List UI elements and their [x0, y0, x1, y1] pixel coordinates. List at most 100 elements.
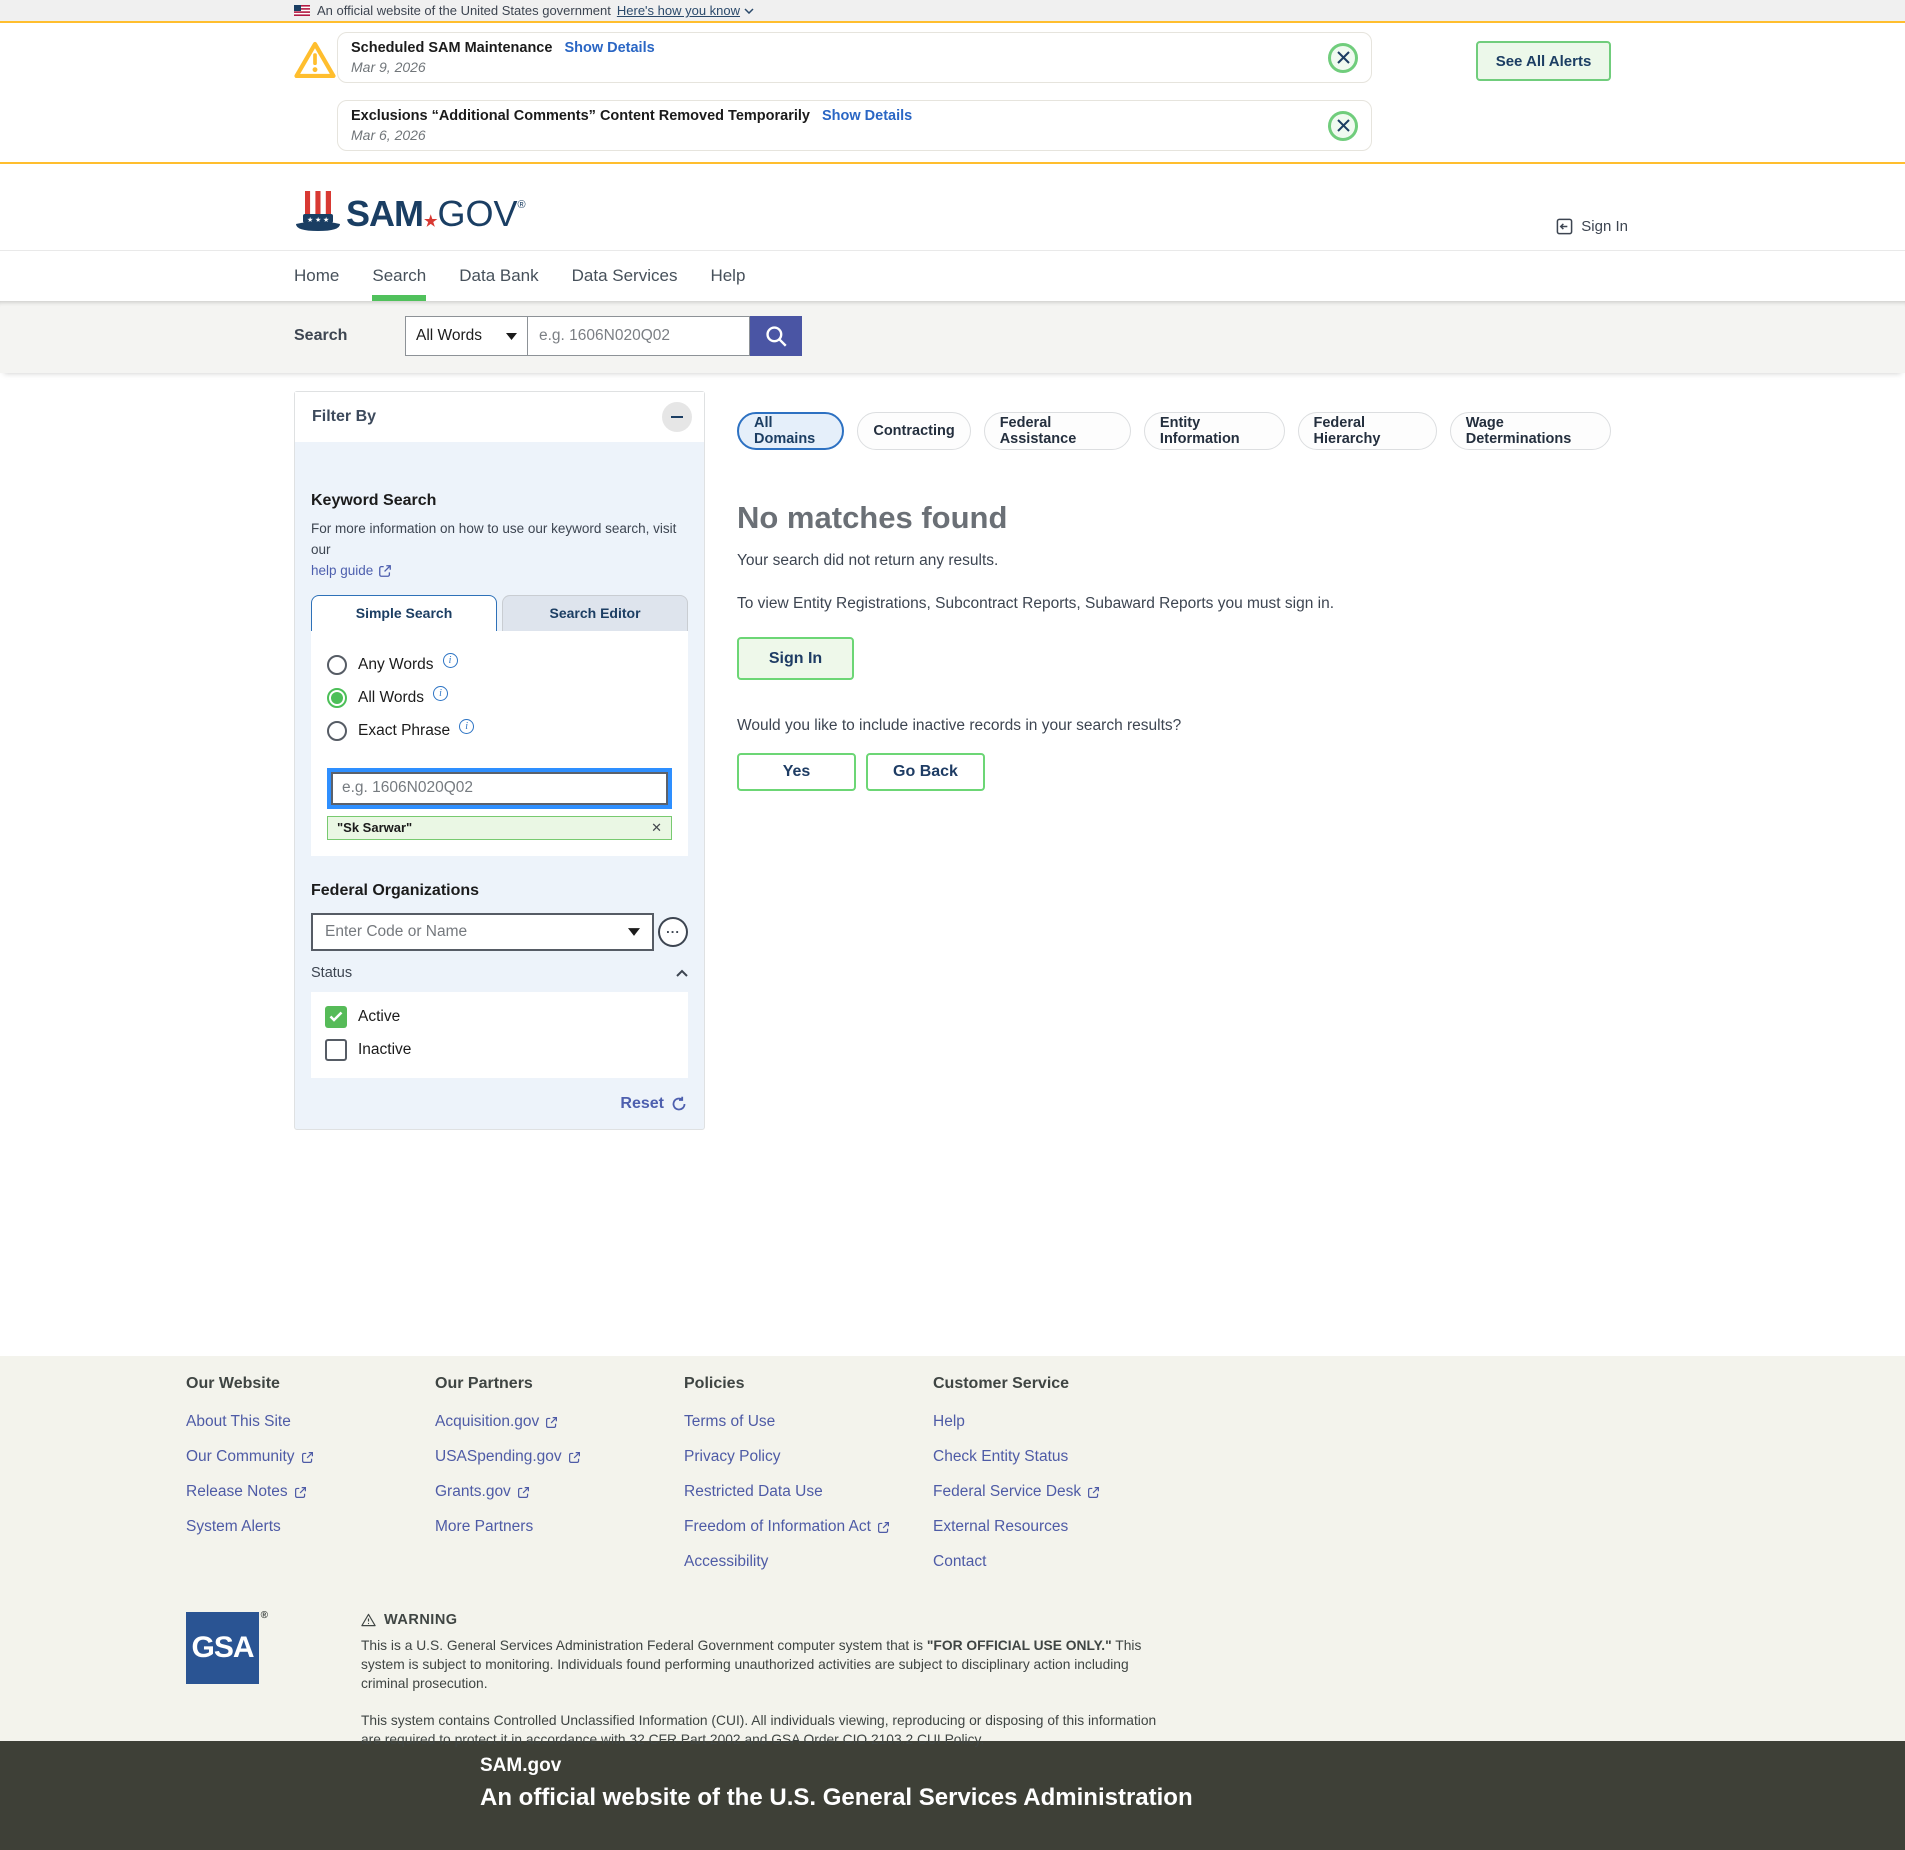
footer-link-contact[interactable]: Contact — [933, 1553, 986, 1571]
footer-nav: Our WebsiteAbout This SiteOur Community … — [0, 1375, 1905, 1588]
logo-sam-text: SAM — [346, 193, 423, 234]
domain-pill-federal-hierarchy[interactable]: Federal Hierarchy — [1298, 412, 1437, 450]
close-alert-button[interactable] — [1328, 111, 1358, 141]
warning-heading: WARNING — [361, 1612, 1161, 1628]
domain-pill-federal-assistance[interactable]: Federal Assistance — [984, 412, 1131, 450]
keyword-input[interactable] — [331, 772, 668, 805]
show-details-link[interactable]: Show Details — [564, 40, 654, 56]
radio-option-all-words: All Wordsi — [327, 688, 672, 708]
footer-link-freedom-of-information-act[interactable]: Freedom of Information Act — [684, 1518, 890, 1536]
logo-gov-text: GOV — [437, 193, 517, 234]
nav-item-search[interactable]: Search — [372, 251, 426, 301]
search-band: Search All Words — [0, 301, 1905, 373]
footer-link-usaspending-gov[interactable]: USASpending.gov — [435, 1448, 581, 1466]
see-all-alerts-button[interactable]: See All Alerts — [1476, 41, 1611, 81]
yes-button[interactable]: Yes — [737, 753, 856, 791]
status-options: Active Inactive — [311, 992, 688, 1078]
domain-pill-all-domains[interactable]: All Domains — [737, 412, 844, 450]
reset-filters[interactable]: Reset — [311, 1095, 688, 1113]
footer-link-system-alerts[interactable]: System Alerts — [186, 1518, 281, 1536]
sign-in-required-text: To view Entity Registrations, Subcontrac… — [737, 591, 1337, 617]
footer-link-about-this-site[interactable]: About This Site — [186, 1413, 291, 1431]
radio-label: Any Words — [358, 656, 434, 674]
footer-link-privacy-policy[interactable]: Privacy Policy — [684, 1448, 780, 1466]
radio-button[interactable] — [327, 688, 347, 708]
footer-link-restricted-data-use[interactable]: Restricted Data Use — [684, 1483, 823, 1501]
footer-link-help[interactable]: Help — [933, 1413, 965, 1431]
radio-button[interactable] — [327, 655, 347, 675]
radio-button[interactable] — [327, 721, 347, 741]
tab-simple-search[interactable]: Simple Search — [311, 595, 497, 631]
domain-pill-contracting[interactable]: Contracting — [857, 412, 970, 450]
footer-column-heading: Policies — [684, 1375, 933, 1393]
sign-in-button[interactable]: Sign In — [737, 637, 854, 680]
select-caret-icon — [628, 928, 640, 936]
nav-list: Home Search Data Bank Data Services Help — [294, 251, 1611, 301]
alert-item: Exclusions “Additional Comments” Content… — [337, 100, 1372, 151]
footer-link-terms-of-use[interactable]: Terms of Use — [684, 1413, 775, 1431]
footer-official-text: An official website of the U.S. General … — [480, 1784, 1611, 1812]
alert-item: Scheduled SAM MaintenanceShow DetailsMar… — [337, 32, 1372, 83]
info-icon[interactable]: i — [459, 719, 474, 734]
collapse-filters-button[interactable] — [662, 402, 692, 432]
footer-link-federal-service-desk[interactable]: Federal Service Desk — [933, 1483, 1100, 1501]
status-option-inactive: Inactive — [325, 1039, 674, 1061]
keyword-help-text: For more information on how to use our k… — [311, 519, 688, 582]
results-area: All Domains Contracting Federal Assistance… — [737, 391, 1611, 791]
radio-option-exact-phrase: Exact Phrasei — [327, 721, 672, 741]
search-submit-button[interactable] — [750, 316, 802, 356]
footer-link-more-partners[interactable]: More Partners — [435, 1518, 533, 1536]
more-options-button[interactable]: ... — [658, 917, 688, 947]
chevron-up-icon[interactable] — [676, 969, 688, 977]
footer-column-our-partners: Our Partners Acquisition.gov USASpending.… — [435, 1375, 684, 1588]
footer-link-check-entity-status[interactable]: Check Entity Status — [933, 1448, 1068, 1466]
keyword-search-heading: Keyword Search — [311, 492, 688, 510]
info-icon[interactable]: i — [433, 686, 448, 701]
search-mode-select[interactable]: All Words — [405, 316, 528, 356]
footer-link-external-resources[interactable]: External Resources — [933, 1518, 1068, 1536]
banner-how-link[interactable]: Here's how you know — [617, 3, 754, 18]
nav-item-help[interactable]: Help — [710, 251, 745, 301]
external-link-icon — [568, 1451, 581, 1464]
checkbox-unchecked[interactable] — [325, 1039, 347, 1061]
nav-item-data-services[interactable]: Data Services — [572, 251, 678, 301]
help-guide-link[interactable]: help guide — [311, 561, 392, 582]
no-results-text: Your search did not return any results. — [737, 552, 1611, 570]
external-link-icon — [1087, 1486, 1100, 1499]
status-option-active: Active — [325, 1006, 674, 1028]
federal-org-select[interactable]: Enter Code or Name — [311, 913, 654, 951]
footer-link-grants-gov[interactable]: Grants.gov — [435, 1483, 530, 1501]
gsa-logo: GSA® — [186, 1612, 259, 1684]
main-content: Filter By Keyword Search For more inform… — [0, 373, 1905, 1356]
footer-column-policies: Policies Terms of Use Privacy Policy Restri… — [684, 1375, 933, 1588]
footer-link-accessibility[interactable]: Accessibility — [684, 1553, 768, 1571]
domain-pill-entity-information[interactable]: Entity Information — [1144, 412, 1285, 450]
logo-registered-mark: ® — [517, 199, 524, 211]
inactive-records-question: Would you like to include inactive recor… — [737, 717, 1611, 735]
close-icon — [1337, 119, 1350, 132]
no-matches-title: No matches found — [737, 500, 1611, 536]
external-link-icon — [378, 564, 392, 578]
footer-link-acquisition-gov[interactable]: Acquisition.gov — [435, 1413, 558, 1431]
sign-in-link[interactable]: Sign In — [1556, 218, 1628, 235]
site-footer: Our WebsiteAbout This SiteOur Community … — [0, 1356, 1905, 1741]
domain-pill-wage-determinations[interactable]: Wage Determinations — [1450, 412, 1611, 450]
sam-gov-logo[interactable]: ★ ★ ★ SAM★GOV® — [294, 188, 525, 239]
footer-link-release-notes[interactable]: Release Notes — [186, 1483, 307, 1501]
close-alert-button[interactable] — [1328, 43, 1358, 73]
nav-item-data-bank[interactable]: Data Bank — [459, 251, 538, 301]
search-icon — [763, 323, 789, 349]
footer-column-heading: Our Partners — [435, 1375, 684, 1393]
info-icon[interactable]: i — [443, 653, 458, 668]
nav-item-home[interactable]: Home — [294, 251, 339, 301]
footer-column-customer-service: Customer ServiceHelpCheck Entity StatusF… — [933, 1375, 1182, 1588]
footer-link-our-community[interactable]: Our Community — [186, 1448, 314, 1466]
tab-search-editor[interactable]: Search Editor — [502, 595, 688, 631]
keyword-tag: "Sk Sarwar" ✕ — [327, 816, 672, 840]
go-back-button[interactable]: Go Back — [866, 753, 985, 791]
remove-tag-icon[interactable]: ✕ — [651, 820, 662, 836]
show-details-link[interactable]: Show Details — [822, 108, 912, 124]
global-search-input[interactable] — [528, 316, 750, 356]
external-link-icon — [517, 1486, 530, 1499]
checkbox-checked[interactable] — [325, 1006, 347, 1028]
